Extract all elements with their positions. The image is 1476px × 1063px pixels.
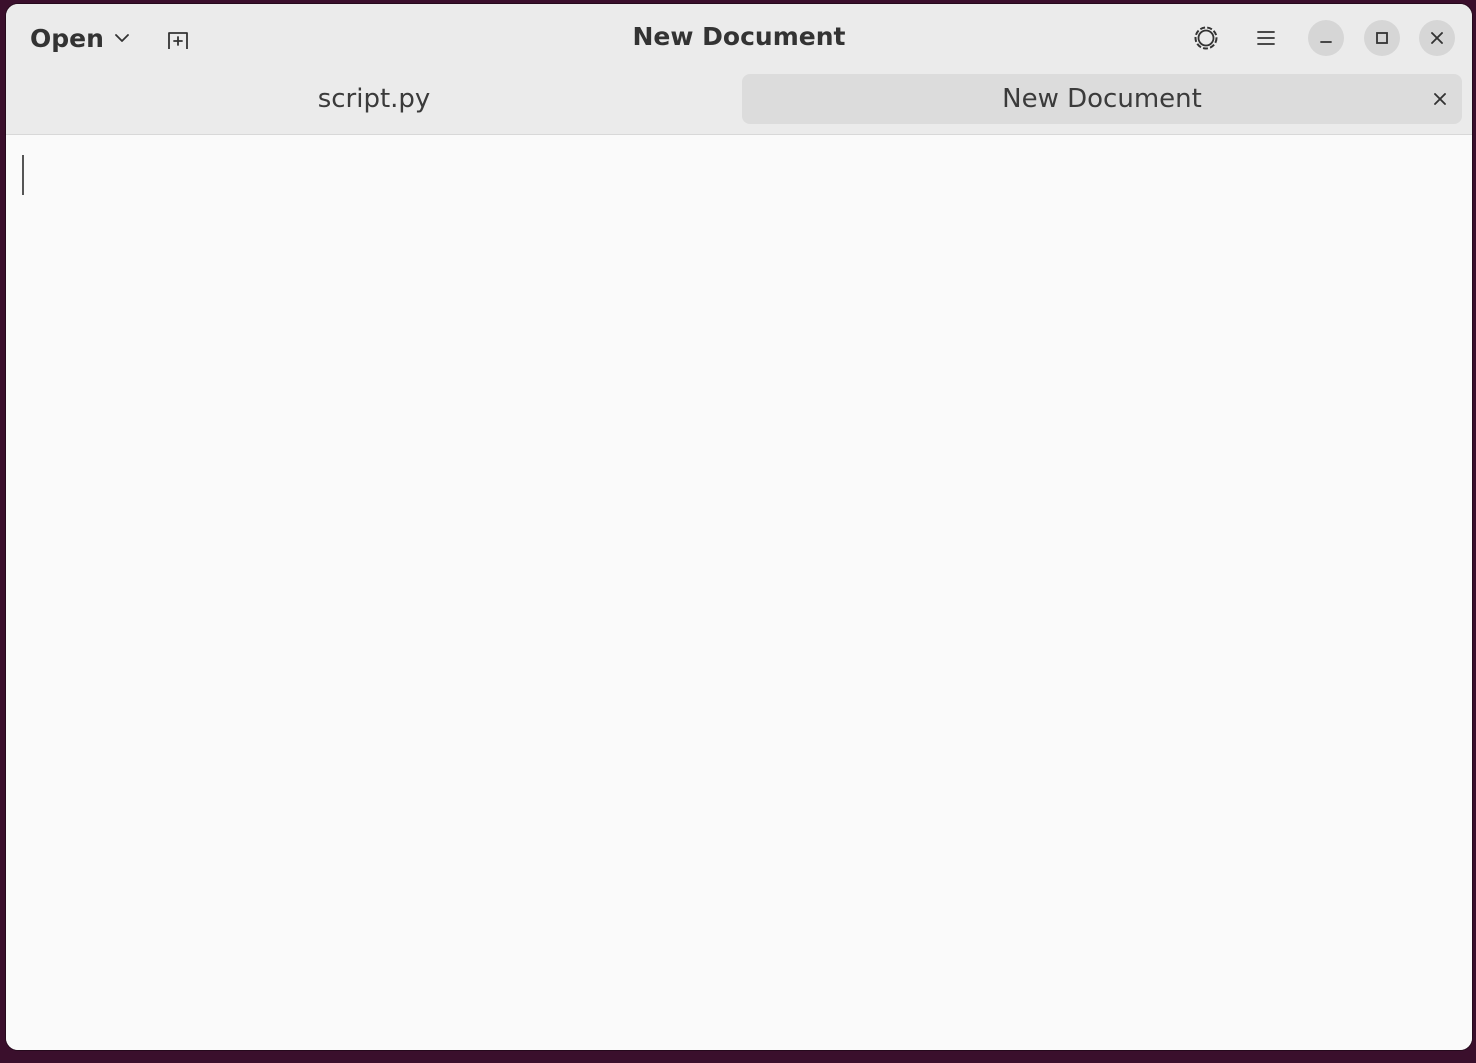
open-button[interactable]: Open (20, 18, 140, 58)
close-icon (1433, 92, 1447, 106)
tab-label: script.py (317, 84, 431, 114)
theme-button[interactable] (1188, 20, 1224, 56)
tab-new-document[interactable]: New Document (742, 74, 1462, 124)
main-menu-button[interactable] (1248, 20, 1284, 56)
text-caret (22, 155, 24, 195)
close-window-button[interactable] (1419, 20, 1455, 56)
maximize-button[interactable] (1364, 20, 1400, 56)
headerbar: Open New Document (6, 4, 1472, 72)
open-button-label: Open (30, 23, 104, 53)
maximize-icon (1375, 31, 1389, 45)
tab-label: New Document (1002, 84, 1202, 114)
tab-bar: script.py New Document (6, 72, 1472, 135)
theme-gear-icon (1192, 24, 1220, 52)
gedit-window: Open New Document script.py New Document (6, 4, 1472, 1050)
new-tab-button[interactable] (158, 20, 198, 60)
close-tab-button[interactable] (1428, 87, 1452, 111)
hamburger-menu-icon (1256, 29, 1276, 47)
close-icon (1430, 31, 1444, 45)
chevron-down-icon (114, 30, 130, 46)
tab-script-py[interactable]: script.py (12, 74, 736, 124)
new-tab-icon (166, 29, 190, 51)
minimize-button[interactable] (1308, 20, 1344, 56)
text-editor-area[interactable] (6, 135, 1472, 1050)
minimize-icon (1319, 31, 1333, 45)
